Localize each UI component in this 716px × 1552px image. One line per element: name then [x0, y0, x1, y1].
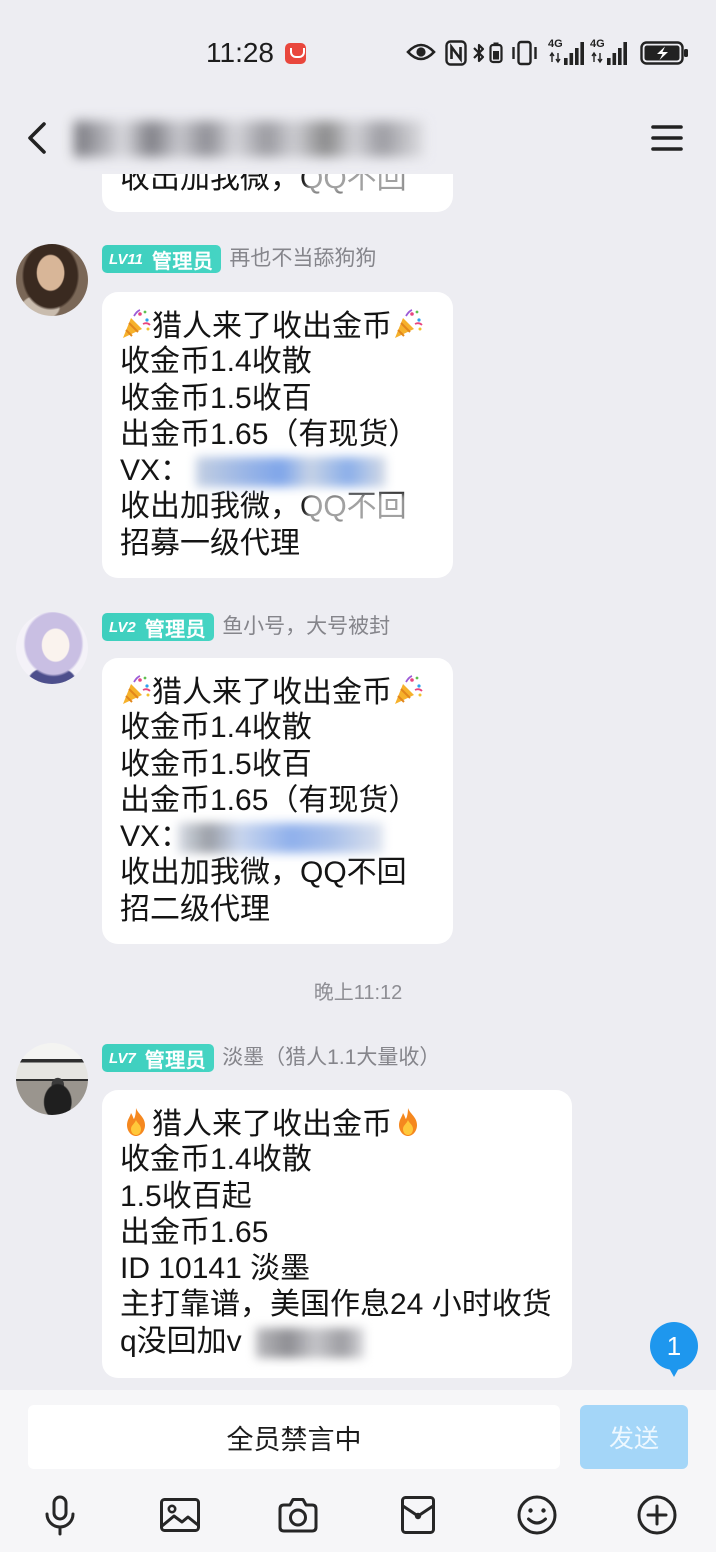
admin-badge: LV7 管理员: [102, 1044, 215, 1072]
back-button[interactable]: [22, 116, 56, 160]
sender-name: 淡墨（猎人1.1大量收）: [222, 1046, 441, 1069]
fire-icon: [392, 1106, 424, 1138]
party-popper-icon: [392, 674, 424, 706]
chevron-left-icon: [28, 122, 46, 154]
eye-icon: [406, 40, 436, 64]
message-text: VX：: [120, 454, 191, 488]
role-label: 管理员: [144, 1049, 207, 1072]
sender-name: 再也不当舔狗狗: [229, 247, 377, 270]
message-line: 猎人来了收出金币: [120, 308, 435, 344]
microphone-icon: [45, 1495, 75, 1536]
message-line: 收金币1.4收散: [120, 345, 312, 379]
message-line: 收出加我微，QQ不回: [120, 489, 435, 525]
status-time: 11:28: [206, 37, 274, 68]
message-meta: LV11 管理员 再也不当舔狗狗: [102, 244, 376, 274]
top-bar: 11:28 4G 4G: [0, 0, 716, 174]
message-text: 猎人来了收出金币: [152, 676, 392, 709]
menu-button[interactable]: [648, 120, 686, 156]
chat-timestamp: 晚上11:12: [313, 982, 403, 1004]
vibrate-icon: [511, 40, 538, 66]
party-popper-icon: [392, 308, 424, 340]
redacted-contact: [196, 457, 387, 488]
message-line: 收金币1.4收散: [120, 711, 312, 745]
send-button[interactable]: 发送: [580, 1405, 688, 1469]
image-icon: [160, 1498, 200, 1532]
message-bubble[interactable]: 猎人来了收出金币 收金币1.4收散 收金币1.5收百 出金币1.65（有现货） …: [102, 658, 453, 944]
more-button[interactable]: [635, 1493, 679, 1537]
bluetooth-icon: [472, 40, 486, 66]
avatar[interactable]: [16, 244, 88, 316]
message-line: 出金币1.65（有现货）: [120, 783, 419, 817]
admin-badge: LV2 管理员: [102, 613, 215, 641]
message-line: 出金币1.65（有现货）: [120, 417, 419, 451]
battery-charging-icon: [640, 40, 690, 66]
redacted-contact: [255, 1327, 364, 1358]
chat-title-redacted: [74, 121, 424, 157]
message-text: 猎人来了收出金币: [152, 310, 392, 343]
avatar[interactable]: [16, 612, 88, 684]
redacted-contact: [178, 823, 384, 854]
sender-name: 鱼小号，大号被封: [222, 615, 391, 638]
message-line: 猎人来了收出金币: [120, 1106, 554, 1142]
level-label: LV2: [109, 618, 136, 636]
message-line: 收出加我微，QQ不回: [120, 856, 407, 890]
message-line: VX：: [120, 453, 435, 489]
role-label: 管理员: [144, 618, 207, 641]
message-meta: LV7 管理员 淡墨（猎人1.1大量收）: [102, 1043, 440, 1073]
unread-count-badge[interactable]: 1: [650, 1322, 698, 1377]
message-line: VX：: [120, 819, 435, 855]
microphone-button[interactable]: [38, 1493, 82, 1537]
menu-icon: [651, 125, 683, 151]
party-popper-icon: [120, 308, 152, 340]
message-line: ID 10141 淡墨: [120, 1252, 311, 1286]
message-meta: LV2 管理员 鱼小号，大号被封: [102, 612, 390, 642]
level-label: LV7: [109, 1049, 136, 1067]
message-line: 主打靠谱，美国作息24 小时收货: [120, 1288, 552, 1322]
message-line: 1.5收百起: [120, 1179, 252, 1213]
image-button[interactable]: [158, 1493, 202, 1537]
message-line: 招募一级代理: [120, 526, 300, 560]
emoji-button[interactable]: [515, 1493, 559, 1537]
message-line: 猎人来了收出金币: [120, 674, 435, 710]
message-line: 收金币1.5收百: [120, 747, 312, 781]
red-packet-icon: [401, 1496, 435, 1534]
message-text: 猎人来了收出金币: [152, 1108, 392, 1141]
admin-badge: LV11 管理员: [102, 245, 222, 273]
role-label: 管理员: [151, 250, 214, 273]
message-input-muted[interactable]: 全员禁言中: [28, 1405, 560, 1469]
message-line: 出金币1.65: [120, 1215, 269, 1249]
message-line: 收金币1.4收散: [120, 1143, 312, 1177]
headset-battery-icon: [489, 42, 503, 64]
party-popper-icon: [120, 674, 152, 706]
avatar[interactable]: [16, 1043, 88, 1115]
emoji-icon: [517, 1495, 557, 1535]
camera-button[interactable]: [276, 1493, 320, 1537]
app-notification-icon: [285, 43, 306, 64]
message-bubble[interactable]: 猎人来了收出金币 收金币1.4收散 收金币1.5收百 出金币1.65（有现货） …: [102, 292, 453, 578]
signal-icon: 4G: [548, 39, 590, 67]
plus-icon: [637, 1495, 677, 1535]
message-line: 招二级代理: [120, 892, 270, 926]
message-bubble[interactable]: 猎人来了收出金币 收金币1.4收散 1.5收百起 出金币1.65 ID 1014…: [102, 1090, 572, 1378]
fire-icon: [120, 1106, 152, 1138]
message-line: 收金币1.5收百: [120, 381, 312, 415]
message-text: q没回加v: [120, 1324, 242, 1358]
signal-icon: 4G: [590, 39, 632, 67]
camera-icon: [278, 1498, 318, 1533]
message-line: q没回加v: [120, 1324, 554, 1360]
level-label: LV11: [109, 250, 143, 268]
red-packet-button[interactable]: [396, 1493, 440, 1537]
nfc-icon: [445, 40, 467, 66]
redaction-smudge: [306, 493, 407, 524]
